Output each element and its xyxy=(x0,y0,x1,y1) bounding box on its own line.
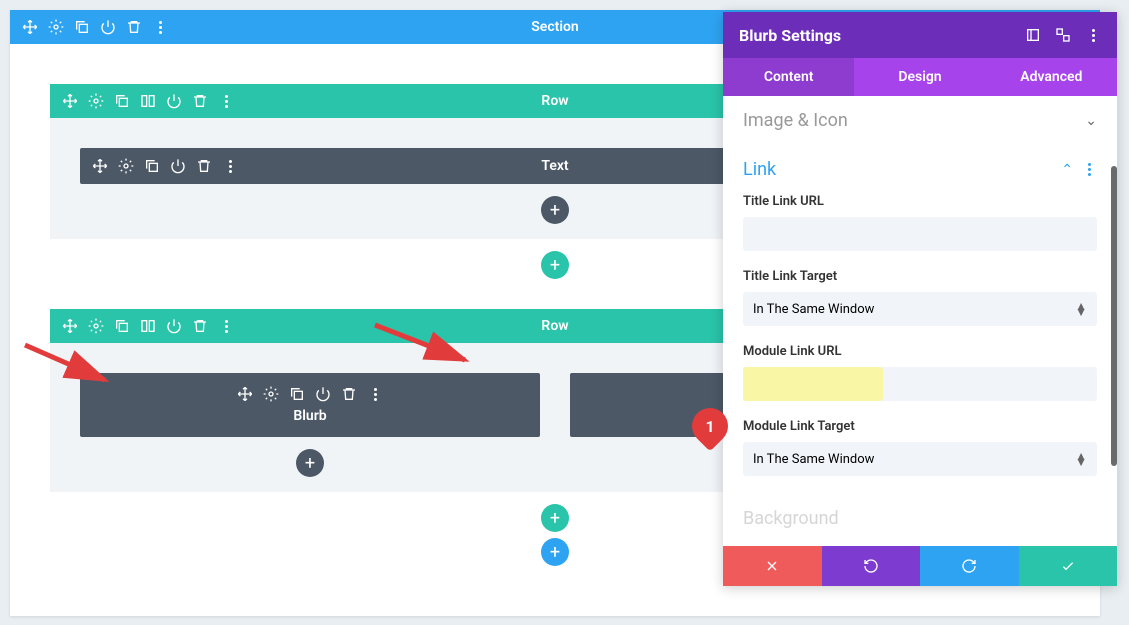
select-value: In The Same Window xyxy=(753,302,874,317)
move-icon[interactable] xyxy=(62,93,78,109)
select-arrows-icon: ▲▼ xyxy=(1075,303,1087,315)
field-label: Module Link URL xyxy=(743,344,1097,359)
trash-icon[interactable] xyxy=(192,93,208,109)
trash-icon[interactable] xyxy=(196,158,212,174)
gear-icon[interactable] xyxy=(88,318,104,334)
row-title: Row xyxy=(541,318,568,334)
duplicate-icon[interactable] xyxy=(114,93,130,109)
gear-icon[interactable] xyxy=(263,386,279,402)
section-toolbar xyxy=(10,19,168,35)
duplicate-icon[interactable] xyxy=(74,19,90,35)
field-label: Module Link Target xyxy=(743,419,1097,434)
columns-icon[interactable] xyxy=(140,318,156,334)
redo-button[interactable] xyxy=(920,546,1019,586)
module-link-url-input-wrap xyxy=(743,367,1097,401)
power-icon[interactable] xyxy=(100,19,116,35)
group-label: Link xyxy=(743,159,776,180)
group-label: Background xyxy=(743,508,839,529)
menu-icon[interactable] xyxy=(152,19,168,35)
move-icon[interactable] xyxy=(92,158,108,174)
group-image-icon[interactable]: Image & Icon ⌄ xyxy=(743,96,1097,145)
power-icon[interactable] xyxy=(315,386,331,402)
power-icon[interactable] xyxy=(166,318,182,334)
panel-title: Blurb Settings xyxy=(739,26,841,45)
move-icon[interactable] xyxy=(62,318,78,334)
settings-panel: Blurb Settings Content Design Advanced I… xyxy=(723,12,1117,586)
add-module-button[interactable]: + xyxy=(541,196,569,224)
menu-icon[interactable] xyxy=(1081,162,1097,178)
module-blurb[interactable]: Blurb xyxy=(80,373,540,437)
module-title: Blurb xyxy=(293,408,326,424)
gear-icon[interactable] xyxy=(88,93,104,109)
tab-content[interactable]: Content xyxy=(723,58,854,96)
trash-icon[interactable] xyxy=(341,386,357,402)
scrollbar[interactable] xyxy=(1111,166,1117,466)
section-title: Section xyxy=(531,19,578,35)
module-title: Text xyxy=(541,158,568,174)
title-link-target-select[interactable]: In The Same Window ▲▼ xyxy=(743,292,1097,326)
expand-icon[interactable] xyxy=(1025,27,1041,43)
module-toolbar xyxy=(80,158,238,174)
title-link-url-input[interactable] xyxy=(743,217,1097,251)
add-row-button[interactable]: + xyxy=(541,504,569,532)
chevron-up-icon: ⌃ xyxy=(1061,162,1073,178)
menu-icon[interactable] xyxy=(218,93,234,109)
panel-footer xyxy=(723,546,1117,586)
tab-advanced[interactable]: Advanced xyxy=(986,58,1117,96)
move-icon[interactable] xyxy=(22,19,38,35)
snap-icon[interactable] xyxy=(1055,27,1071,43)
module-link-url-input[interactable] xyxy=(743,367,883,401)
add-section-button[interactable]: + xyxy=(541,538,569,566)
group-background[interactable]: Background xyxy=(743,494,1097,543)
field-title-link-url: Title Link URL xyxy=(743,194,1097,251)
trash-icon[interactable] xyxy=(126,19,142,35)
module-link-target-select[interactable]: In The Same Window ▲▼ xyxy=(743,442,1097,476)
row-toolbar xyxy=(50,93,234,109)
move-icon[interactable] xyxy=(237,386,253,402)
trash-icon[interactable] xyxy=(192,318,208,334)
add-row-button[interactable]: + xyxy=(541,251,569,279)
panel-tabs: Content Design Advanced xyxy=(723,58,1117,96)
menu-icon[interactable] xyxy=(218,318,234,334)
group-link[interactable]: Link ⌃ xyxy=(743,145,1097,194)
module-toolbar xyxy=(237,386,383,402)
panel-body: Image & Icon ⌄ Link ⌃ Title Link URL Tit… xyxy=(723,96,1117,546)
power-icon[interactable] xyxy=(170,158,186,174)
field-label: Title Link Target xyxy=(743,269,1097,284)
undo-button[interactable] xyxy=(822,546,921,586)
menu-icon[interactable] xyxy=(1085,27,1101,43)
cancel-button[interactable] xyxy=(723,546,822,586)
field-title-link-target: Title Link Target In The Same Window ▲▼ xyxy=(743,269,1097,326)
tab-design[interactable]: Design xyxy=(854,58,985,96)
chevron-down-icon: ⌄ xyxy=(1085,113,1097,129)
duplicate-icon[interactable] xyxy=(289,386,305,402)
field-label: Title Link URL xyxy=(743,194,1097,209)
duplicate-icon[interactable] xyxy=(144,158,160,174)
select-arrows-icon: ▲▼ xyxy=(1075,453,1087,465)
panel-header[interactable]: Blurb Settings xyxy=(723,12,1117,58)
panel-header-actions xyxy=(1025,27,1101,43)
power-icon[interactable] xyxy=(166,93,182,109)
row-title: Row xyxy=(541,93,568,109)
columns-icon[interactable] xyxy=(140,93,156,109)
duplicate-icon[interactable] xyxy=(114,318,130,334)
select-value: In The Same Window xyxy=(753,452,874,467)
add-module-button[interactable]: + xyxy=(296,449,324,477)
field-module-link-target: Module Link Target In The Same Window ▲▼ xyxy=(743,419,1097,476)
menu-icon[interactable] xyxy=(222,158,238,174)
save-button[interactable] xyxy=(1019,546,1118,586)
field-module-link-url: Module Link URL xyxy=(743,344,1097,401)
group-label: Image & Icon xyxy=(743,110,848,131)
gear-icon[interactable] xyxy=(48,19,64,35)
gear-icon[interactable] xyxy=(118,158,134,174)
menu-icon[interactable] xyxy=(367,386,383,402)
row-toolbar xyxy=(50,318,234,334)
